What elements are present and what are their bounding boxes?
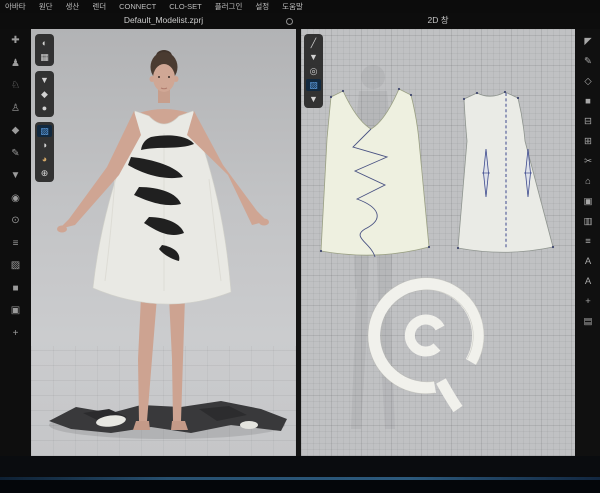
2d-window-title: 2D 창 (427, 15, 448, 25)
right-hand (259, 219, 269, 226)
tape-tool-icon[interactable]: ✎ (7, 147, 25, 161)
scissors-icon[interactable]: ✂ (579, 155, 597, 169)
menu-item[interactable]: CLO-SET (169, 0, 202, 13)
fabric-mode-icon[interactable]: ▨ (37, 125, 52, 137)
menu-item[interactable]: 생산 (66, 0, 80, 13)
texture-mode-icon[interactable]: ▨ (306, 79, 321, 91)
pattern-back[interactable] (457, 91, 554, 252)
render-view-icon[interactable]: ▦ (37, 51, 52, 63)
left-toolbar: ✚ ♟ ♘ ♙ ◆ ✎ ▼ ◉ ⊙ ≡ ▨ ■ (0, 29, 31, 456)
left-foot (133, 421, 150, 430)
avatar-skin-icon[interactable]: ◕ (37, 153, 52, 165)
tab-row: Default_Modelist.zprj 2D 창 (0, 13, 600, 29)
right-eye (168, 76, 170, 78)
pattern-back-icon[interactable]: ▼ (306, 93, 321, 105)
transform-pattern-icon[interactable]: ◤ (579, 35, 597, 49)
zipper-icon[interactable]: ≡ (7, 237, 25, 251)
dress (93, 111, 231, 304)
3d-avatar-scene (31, 29, 296, 456)
menu-item[interactable]: 도움말 (282, 0, 303, 13)
menu-item[interactable]: 원단 (39, 0, 53, 13)
draw-line-icon[interactable]: ╱ (306, 37, 321, 49)
2d-pattern-scene (301, 29, 575, 456)
left-hand (57, 226, 67, 233)
left-leg (138, 297, 157, 421)
avatar-walk-icon[interactable]: ♘ (7, 79, 25, 93)
fabric-light-swatch-icon[interactable]: ▣ (7, 304, 25, 318)
avatar-pose-icon[interactable]: ♟ (7, 57, 25, 71)
monitor-photo: 아바타 원단 생산 렌더 CONNECT CLO-SET 플러그인 설정 도움말… (0, 0, 600, 493)
avatar[interactable] (57, 50, 269, 430)
right-foot (171, 421, 188, 430)
measure-icon[interactable]: + (579, 295, 597, 309)
project-file-title: Default_Modelist.zprj (124, 15, 203, 25)
pose-icon[interactable]: ◆ (37, 88, 52, 100)
trace-tool-icon[interactable]: ⌂ (579, 175, 597, 189)
polygon-tool-icon[interactable]: ■ (579, 95, 597, 109)
workspace: ✚ ♟ ♘ ♙ ◆ ✎ ▼ ◉ ⊙ ≡ ▨ ■ (0, 29, 600, 456)
pleat-tool-icon[interactable]: ▤ (579, 315, 597, 329)
edit-curve-icon[interactable]: ✎ (579, 55, 597, 69)
bezel-bottom (0, 480, 600, 493)
internal-shape-icon[interactable]: ▥ (579, 215, 597, 229)
2d-viewport-toolbar: ╱ ▼ ◎ ▨ ▼ (304, 34, 323, 108)
tab-menu-icon[interactable] (286, 18, 293, 25)
show-garment-icon[interactable]: ▼ (37, 74, 52, 86)
fabric-texture-icon[interactable]: ▨ (7, 259, 25, 273)
world-gizmo-icon[interactable]: ⊕ (37, 167, 52, 179)
show-avatar-icon[interactable]: ● (37, 102, 52, 114)
monitor-bezel (0, 456, 600, 493)
menu-item[interactable]: 아바타 (5, 0, 26, 13)
menu-item[interactable]: CONNECT (119, 0, 156, 13)
edit-point-icon[interactable]: ◇ (579, 75, 597, 89)
button-icon[interactable]: ◉ (7, 192, 25, 206)
seam-allowance-icon[interactable]: ▣ (579, 195, 597, 209)
pin-icon[interactable]: + (7, 327, 25, 341)
snapshot-icon[interactable]: ◐ (37, 37, 52, 49)
3d-viewport-toolbar: ◐ ▦ ▼ ◆ ● ▨ ◑ ◕ ⊕ (35, 34, 54, 182)
avatar-arrange-icon[interactable]: ♙ (7, 102, 25, 116)
move-gizmo-icon[interactable]: ✚ (7, 34, 25, 48)
avatar-size-icon[interactable]: ◆ (7, 124, 25, 138)
garment-icon[interactable]: ▼ (7, 169, 25, 183)
left-eye (158, 76, 160, 78)
rectangle-tool-icon[interactable]: ⊟ (579, 115, 597, 129)
buttonhole-icon[interactable]: ⊙ (7, 214, 25, 228)
fabric-dark-swatch-icon[interactable]: ■ (7, 282, 25, 296)
tab-3d-window[interactable]: Default_Modelist.zprj (31, 13, 296, 29)
face (153, 64, 175, 92)
menu-item[interactable]: 플러그인 (215, 0, 243, 13)
info-icon[interactable]: ◎ (306, 65, 321, 77)
right-toolbar: ◤ ✎ ◇ ■ ⊟ ⊞ ✂ ⌂ ▣ ▥ ≡ A (575, 29, 600, 456)
3d-viewport[interactable]: ◐ ▦ ▼ ◆ ● ▨ ◑ ◕ ⊕ (31, 29, 296, 456)
text-tool-icon[interactable]: A (579, 255, 597, 269)
menu-item[interactable]: 렌더 (92, 0, 106, 13)
menu-bar: 아바타 원단 생산 렌더 CONNECT CLO-SET 플러그인 설정 도움말 (0, 0, 600, 13)
right-leg (169, 297, 185, 421)
drape-mode-icon[interactable]: ◑ (37, 139, 52, 151)
white-fabric-piece (240, 421, 258, 429)
dart-tool-icon[interactable]: ⊞ (579, 135, 597, 149)
grading-icon[interactable]: ≡ (579, 235, 597, 249)
pattern-front-icon[interactable]: ▼ (306, 51, 321, 63)
2d-viewport[interactable]: ╱ ▼ ◎ ▨ ▼ (301, 29, 575, 456)
text-style-icon[interactable]: A (579, 275, 597, 289)
menu-item[interactable]: 설정 (255, 0, 269, 13)
tab-2d-window[interactable]: 2D 창 (301, 13, 575, 29)
